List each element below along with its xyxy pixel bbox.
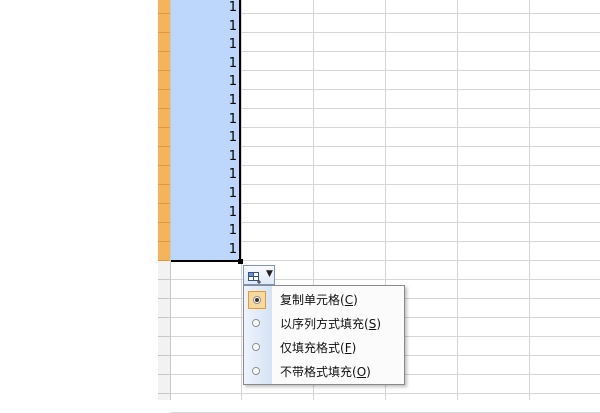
row-header-cell[interactable] <box>158 375 170 394</box>
row-header-cell[interactable] <box>158 90 170 109</box>
column-gridline <box>529 0 530 400</box>
cell-value[interactable]: 1 <box>171 0 237 17</box>
cell-value[interactable]: 1 <box>171 203 237 222</box>
row-header-cell[interactable] <box>158 52 170 71</box>
menu-item-option[interactable]: 以序列方式填充(S) <box>244 312 404 336</box>
row-gridline <box>171 393 600 394</box>
menu-item-option[interactable]: 不带格式填充(O) <box>244 360 404 384</box>
chevron-down-icon: ▼ <box>266 269 273 279</box>
cell-value[interactable]: 1 <box>171 147 237 166</box>
radio-box <box>248 339 266 357</box>
row-header-cell[interactable] <box>158 204 170 223</box>
cell-value[interactable]: 1 <box>171 72 237 91</box>
menu-item-option[interactable]: 仅填充格式(F) <box>244 336 404 360</box>
row-header-cell[interactable] <box>158 280 170 299</box>
cell-value[interactable]: 1 <box>171 184 237 203</box>
row-header-cell[interactable] <box>158 223 170 242</box>
cell-value[interactable]: 1 <box>171 91 237 110</box>
cell-value[interactable]: 1 <box>171 221 237 240</box>
row-header-cell[interactable] <box>158 33 170 52</box>
row-header-cell[interactable] <box>158 147 170 166</box>
row-header-cell[interactable] <box>158 71 170 90</box>
radio-icon <box>252 367 260 375</box>
radio-icon <box>253 296 261 304</box>
cell-value[interactable]: 1 <box>171 17 237 36</box>
column-gridline <box>457 0 458 400</box>
menu-item-option[interactable]: 复制单元格(C) <box>244 288 404 312</box>
row-header-cell[interactable] <box>158 318 170 337</box>
auto-fill-options-menu: 复制单元格(C) 以序列方式填充(S) 仅填充格式(F) 不带格式填充(O) <box>243 285 405 385</box>
fill-handle[interactable] <box>238 259 243 264</box>
row-header-cell[interactable] <box>158 14 170 33</box>
row-header-cell[interactable] <box>158 337 170 356</box>
row-header-cell[interactable] <box>158 128 170 147</box>
auto-fill-options-button[interactable]: ▼ <box>243 265 275 285</box>
cell-value[interactable]: 1 <box>171 128 237 147</box>
radio-box <box>248 315 266 333</box>
cell-value[interactable]: 1 <box>171 35 237 54</box>
row-header-cell[interactable] <box>158 109 170 128</box>
cell-value[interactable]: 1 <box>171 54 237 73</box>
radio-icon <box>252 319 260 327</box>
menu-item-label: 复制单元格(C) <box>280 293 358 307</box>
row-header-column <box>158 0 171 400</box>
radio-icon <box>252 343 260 351</box>
row-header-cell[interactable] <box>158 166 170 185</box>
radio-box <box>248 363 266 381</box>
row-header-cell[interactable] <box>158 242 170 261</box>
row-header-cell[interactable] <box>158 356 170 375</box>
row-header-cell[interactable] <box>158 185 170 204</box>
row-gridline <box>171 279 600 280</box>
cell-value[interactable]: 1 <box>171 165 237 184</box>
column-gridline <box>241 0 242 400</box>
row-header-cell[interactable] <box>158 299 170 318</box>
cell-value[interactable]: 1 <box>171 110 237 129</box>
row-header-cell[interactable] <box>158 261 170 280</box>
menu-item-label: 不带格式填充(O) <box>280 365 371 379</box>
menu-item-label: 仅填充格式(F) <box>280 341 357 355</box>
radio-box <box>248 291 266 309</box>
cell-value[interactable]: 1 <box>171 240 237 259</box>
menu-item-label: 以序列方式填充(S) <box>280 317 381 331</box>
row-header-cell[interactable] <box>158 0 170 14</box>
